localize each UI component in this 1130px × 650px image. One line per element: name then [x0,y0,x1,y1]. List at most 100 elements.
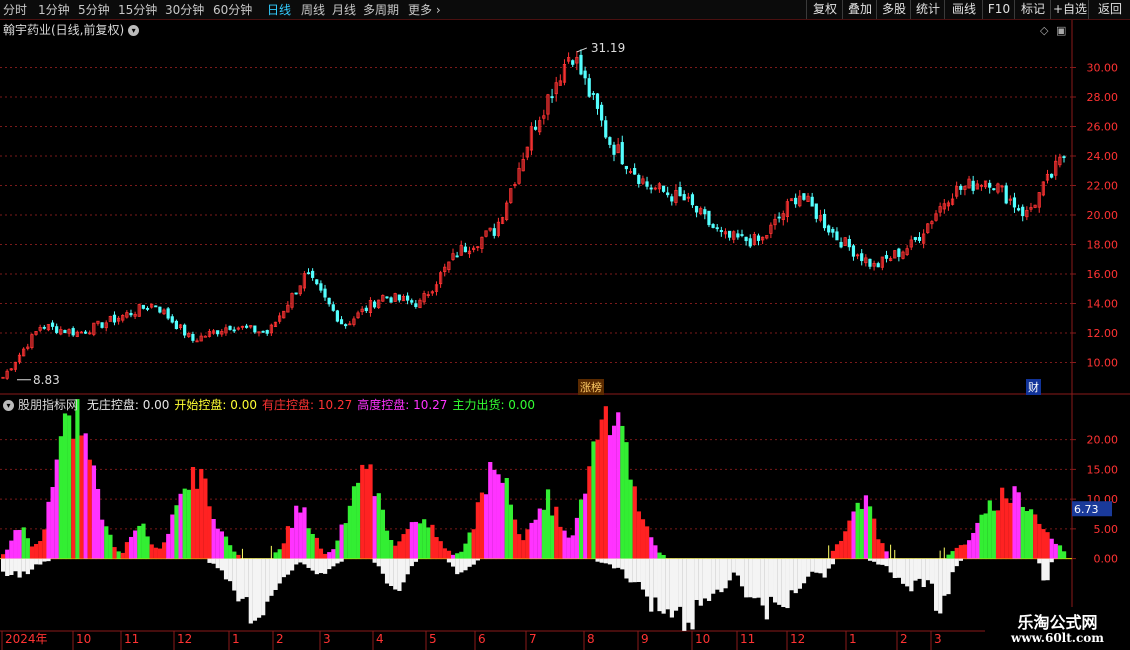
indicator-bar-negative [723,558,728,589]
indicator-bar-positive [859,508,864,559]
chevron-down-icon[interactable]: ▾ [3,400,14,411]
indicator-bar-positive [1016,492,1021,559]
indicator-bar-negative [789,558,794,591]
indicator-bar-negative [314,558,319,575]
indicator-bar-negative [9,558,14,575]
indicator-bar-positive [335,540,340,559]
indicator-bar-negative [830,558,836,565]
indicator-bar-positive [323,553,328,559]
indicator-bar-positive [636,511,641,559]
candle-body [228,325,232,330]
indicator-bar-negative [793,558,798,594]
indicator-bar-positive [533,519,538,559]
candle-body [372,301,377,308]
indicator-bar-positive [422,519,427,559]
time-tick-label: 7 [529,632,537,646]
indicator-bar-positive [1057,545,1063,559]
indicator-bar-positive [843,531,848,559]
time-tick-label: 11 [740,632,755,646]
finance-tag[interactable]: 财 [1026,379,1041,395]
indicator-bar-negative [934,558,939,611]
indicator-bar-positive [884,551,889,559]
indicator-bar-negative [318,558,324,574]
indicator-bar-positive [1053,543,1058,559]
indicator-bar-positive [417,523,423,559]
candle-body [319,283,323,291]
indicator-bar-positive [393,545,398,559]
candle-body [550,96,554,99]
indicator-bar-negative [880,558,885,565]
indicator-bar-positive [232,551,237,559]
candle-body [327,297,331,305]
indicator-bar-negative [673,558,679,611]
rank-tag[interactable]: 涨榜 [578,379,604,395]
indicator-bar-negative [921,558,926,588]
indicator-bar-positive [1008,502,1013,559]
candle-body [158,306,162,313]
indicator-bar-positive [578,499,584,559]
indicator-bar-positive [632,486,637,559]
indicator-bar-negative [21,558,26,572]
indicator-bar-positive [484,494,489,559]
indicator-bar-negative [244,558,249,598]
indicator-bar-positive [281,543,286,559]
candle-body [141,304,145,309]
indicator-bar-positive [1037,523,1042,559]
indicator-bar-negative [888,558,893,573]
candle-body [1016,208,1021,211]
indicator-bar-positive [983,513,988,559]
candle-body [55,326,59,333]
candle-body [112,314,117,323]
legend-item-0: 无庄控盘: 0.00 [86,398,170,412]
indicator-bar-positive [215,528,220,559]
indicator-bar-negative [446,558,452,563]
candle-body [323,288,327,298]
price-tick-label: 16.00 [1087,268,1119,281]
candle-body [232,329,236,332]
indicator-bar-positive [587,466,592,559]
indicator-bar-positive [657,552,662,559]
indicator-bar-positive [58,436,63,559]
price-tick-label: 30.00 [1087,62,1119,75]
indicator-bar-negative [632,558,637,583]
indicator-bar-negative [624,558,629,579]
indicator-bar-negative [380,558,386,574]
indicator-bar-negative [323,558,328,574]
indicator-bar-positive [5,549,10,559]
indicator-bar-negative [752,558,757,599]
indicator-bar-positive [463,543,468,559]
indicator-bar-positive [339,524,344,559]
indicator-bar-positive [79,435,84,559]
candle-body [847,238,851,248]
indicator-bar-positive [54,459,59,559]
indicator-bar-negative [46,558,51,562]
candle-body [835,231,839,241]
candle-body [604,120,608,138]
indicator-bar-negative [372,558,377,563]
indicator-bar-positive [616,412,621,559]
time-tick-label: 9 [641,632,649,646]
indicator-bar-positive [219,531,225,559]
indicator-bar-negative [942,558,947,596]
candle-body [620,142,624,165]
indicator-bar-positive [545,489,551,559]
indicator-bar-positive [991,510,997,559]
price-tick-label: 26.00 [1087,121,1119,134]
candle-body [988,182,992,188]
indicator-bar-positive [409,522,414,559]
price-tick-label: 24.00 [1087,150,1119,163]
watermark-url: www.60lt.com [1011,631,1104,645]
indicator-bar-negative [603,558,608,564]
kline-chart[interactable]: 30.0028.0026.0024.0022.0020.0018.0016.00… [0,0,1130,650]
indicator-bar-negative [240,558,245,599]
indicator-bar-negative [620,558,625,570]
candle-body [839,241,843,248]
indicator-bar-positive [649,537,654,559]
indicator-bar-negative [219,558,225,571]
legend-item-1: 开始控盘: 0.00 [174,398,257,412]
candle-body [203,335,207,338]
time-tick-label: 8 [587,632,595,646]
indicator-bar-negative [1045,558,1050,581]
indicator-bar-positive [876,539,881,559]
indicator-bar-positive [141,523,146,559]
